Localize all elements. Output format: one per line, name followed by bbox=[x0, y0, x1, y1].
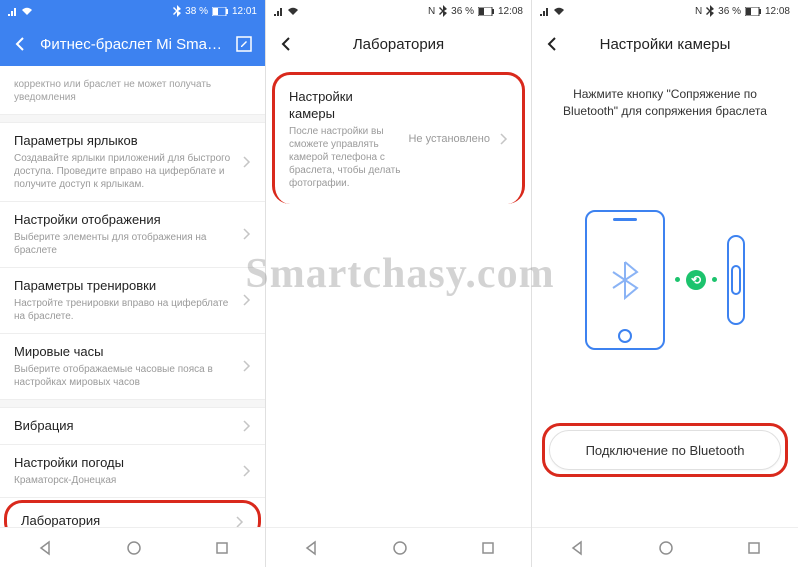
nfc-icon: N bbox=[695, 6, 702, 17]
signal-icon bbox=[540, 6, 550, 16]
edit-icon[interactable] bbox=[235, 35, 253, 53]
nav-back-icon[interactable] bbox=[568, 539, 586, 557]
status-text: Не установлено bbox=[408, 133, 490, 145]
nav-home-icon[interactable] bbox=[657, 539, 675, 557]
nav-back-icon[interactable] bbox=[302, 539, 320, 557]
list-item-display[interactable]: Настройки отображения Выберите элементы … bbox=[0, 202, 265, 268]
list-item-laboratory[interactable]: Лаборатория bbox=[4, 500, 261, 527]
signal-icon bbox=[274, 6, 284, 16]
nfc-icon: N bbox=[428, 6, 435, 17]
battery-text: 36 % bbox=[451, 6, 474, 17]
bluetooth-icon bbox=[706, 5, 714, 17]
app-header: Настройки камеры bbox=[532, 22, 798, 66]
section-gap bbox=[0, 400, 265, 408]
battery-icon bbox=[745, 7, 761, 16]
android-navbar bbox=[0, 527, 265, 567]
bluetooth-icon bbox=[173, 5, 181, 17]
signal-icon bbox=[8, 6, 18, 16]
dot-icon bbox=[712, 277, 717, 282]
bluetooth-large-icon bbox=[610, 260, 640, 300]
content-area: Нажмите кнопку "Сопряжение по Bluetooth"… bbox=[532, 66, 798, 527]
header-title: Лаборатория bbox=[306, 36, 491, 53]
list-item-vibration[interactable]: Вибрация bbox=[0, 408, 265, 446]
nav-back-icon[interactable] bbox=[36, 539, 54, 557]
chevron-right-icon bbox=[234, 515, 244, 527]
battery-icon bbox=[478, 7, 494, 16]
nav-recent-icon[interactable] bbox=[480, 540, 496, 556]
wifi-icon bbox=[287, 6, 299, 16]
chevron-right-icon bbox=[498, 132, 508, 146]
battery-text: 38 % bbox=[185, 6, 208, 17]
app-header: Лаборатория bbox=[266, 22, 531, 66]
phone-illustration bbox=[585, 210, 665, 350]
nav-recent-icon[interactable] bbox=[746, 540, 762, 556]
nav-recent-icon[interactable] bbox=[214, 540, 230, 556]
list-item-worldclock[interactable]: Мировые часы Выберите отображаемые часов… bbox=[0, 334, 265, 400]
status-bar: N 36 % 12:08 bbox=[532, 0, 798, 22]
list-item-camera-settings[interactable]: Настройки камеры После настройки вы смож… bbox=[272, 72, 525, 204]
pairing-illustration: ⟲ bbox=[532, 210, 798, 350]
time-text: 12:08 bbox=[498, 6, 523, 17]
chevron-right-icon bbox=[241, 227, 251, 241]
chevron-right-icon bbox=[241, 419, 251, 433]
time-text: 12:08 bbox=[765, 6, 790, 17]
header-title: Настройки камеры bbox=[572, 36, 758, 53]
nav-home-icon[interactable] bbox=[125, 539, 143, 557]
wifi-icon bbox=[553, 6, 565, 16]
button-highlight: Подключение по Bluetooth bbox=[542, 423, 788, 477]
bluetooth-connect-button[interactable]: Подключение по Bluetooth bbox=[549, 430, 781, 470]
connection-indicator: ⟲ bbox=[675, 270, 717, 290]
status-bar: 38 % 12:01 bbox=[0, 0, 265, 22]
android-navbar bbox=[266, 527, 531, 567]
list-item-shortcuts[interactable]: Параметры ярлыков Создавайте ярлыки прил… bbox=[0, 123, 265, 202]
back-icon[interactable] bbox=[544, 35, 562, 53]
back-icon[interactable] bbox=[12, 35, 30, 53]
list-item-workout[interactable]: Параметры тренировки Настройте тренировк… bbox=[0, 268, 265, 334]
back-icon[interactable] bbox=[278, 35, 296, 53]
battery-icon bbox=[212, 7, 228, 16]
instruction-text: Нажмите кнопку "Сопряжение по Bluetooth"… bbox=[532, 66, 798, 120]
chevron-right-icon bbox=[241, 293, 251, 307]
band-illustration bbox=[727, 235, 745, 325]
settings-list: корректно или браслет не может получать … bbox=[0, 66, 265, 527]
chevron-right-icon bbox=[241, 155, 251, 169]
bluetooth-icon bbox=[439, 5, 447, 17]
app-header: Фитнес-браслет Mi Smart... bbox=[0, 22, 265, 66]
nav-home-icon[interactable] bbox=[391, 539, 409, 557]
list-item-weather[interactable]: Настройки погоды Краматорск-Донецкая bbox=[0, 445, 265, 498]
android-navbar bbox=[532, 527, 798, 567]
phone-screen-3: N 36 % 12:08 Настройки камеры Нажмите кн… bbox=[532, 0, 798, 567]
chevron-right-icon bbox=[241, 464, 251, 478]
phone-screen-1: 38 % 12:01 Фитнес-браслет Mi Smart... ко… bbox=[0, 0, 266, 567]
dot-icon bbox=[675, 277, 680, 282]
battery-text: 36 % bbox=[718, 6, 741, 17]
time-text: 12:01 bbox=[232, 6, 257, 17]
link-icon: ⟲ bbox=[686, 270, 706, 290]
header-title: Фитнес-браслет Mi Smart... bbox=[40, 36, 225, 53]
list-item-truncated[interactable]: корректно или браслет не может получать … bbox=[0, 66, 265, 115]
section-gap bbox=[0, 115, 265, 123]
content-area: Настройки камеры После настройки вы смож… bbox=[266, 66, 531, 527]
status-bar: N 36 % 12:08 bbox=[266, 0, 531, 22]
wifi-icon bbox=[21, 6, 33, 16]
phone-screen-2: N 36 % 12:08 Лаборатория Настройки камер… bbox=[266, 0, 532, 567]
chevron-right-icon bbox=[241, 359, 251, 373]
